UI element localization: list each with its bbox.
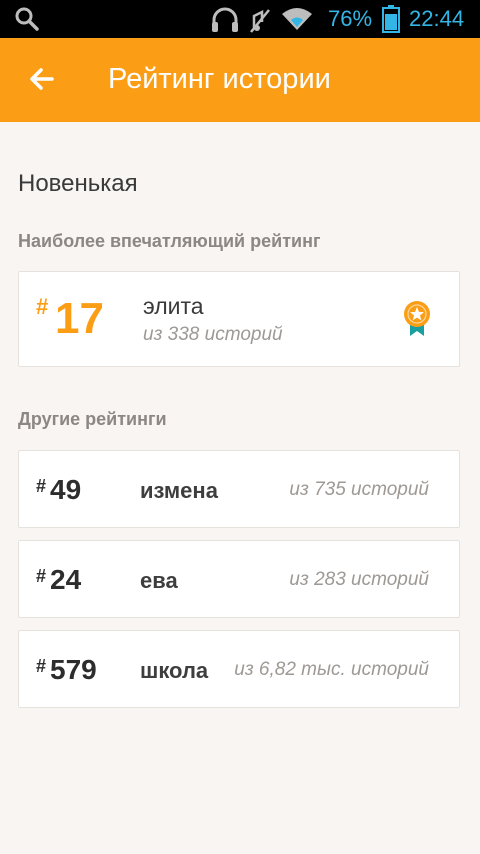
- section-label-other: Другие рейтинги: [18, 409, 167, 429]
- muted-icon: [250, 9, 270, 33]
- top-rating-card[interactable]: # 17 элита из 338 историй: [18, 271, 460, 367]
- rank-number: 579: [50, 654, 97, 685]
- status-bar: 76% 22:44: [0, 0, 480, 38]
- rating-row[interactable]: # 49 измена из 735 историй: [18, 450, 460, 528]
- rating-total: из 735 историй: [289, 479, 429, 500]
- headset-icon: [212, 7, 238, 32]
- search-icon[interactable]: [14, 6, 40, 32]
- rank-number: 49: [50, 474, 82, 505]
- page-title: Рейтинг истории: [108, 63, 331, 95]
- award-ribbon-icon: [404, 301, 430, 336]
- rank-number: 24: [50, 564, 82, 595]
- clock: 22:44: [409, 6, 465, 31]
- section-label-top: Наиболее впечатляющий рейтинг: [18, 231, 321, 251]
- wifi-icon: [282, 8, 312, 30]
- battery-percent: 76%: [328, 6, 373, 31]
- rank-hash: #: [36, 476, 47, 496]
- story-title: Новенькая: [18, 170, 138, 197]
- rank-hash: #: [36, 294, 49, 319]
- rating-category: измена: [140, 478, 218, 503]
- arrow-left-icon[interactable]: [22, 59, 62, 99]
- rating-row[interactable]: # 579 школа из 6,82 тыс. историй: [18, 630, 460, 708]
- rating-total: из 283 историй: [289, 569, 429, 590]
- rating-category: школа: [140, 658, 209, 683]
- rating-total: из 6,82 тыс. историй: [234, 659, 429, 680]
- rank-hash: #: [36, 566, 47, 586]
- rank-number: 17: [55, 294, 104, 343]
- app-bar: Рейтинг истории: [0, 38, 480, 122]
- rating-category: элита: [143, 293, 204, 319]
- rank-hash: #: [36, 656, 47, 676]
- rating-row[interactable]: # 24 ева из 283 историй: [18, 540, 460, 618]
- rating-category: ева: [140, 568, 178, 593]
- rating-total: из 338 историй: [143, 324, 283, 345]
- battery-icon: [382, 5, 400, 33]
